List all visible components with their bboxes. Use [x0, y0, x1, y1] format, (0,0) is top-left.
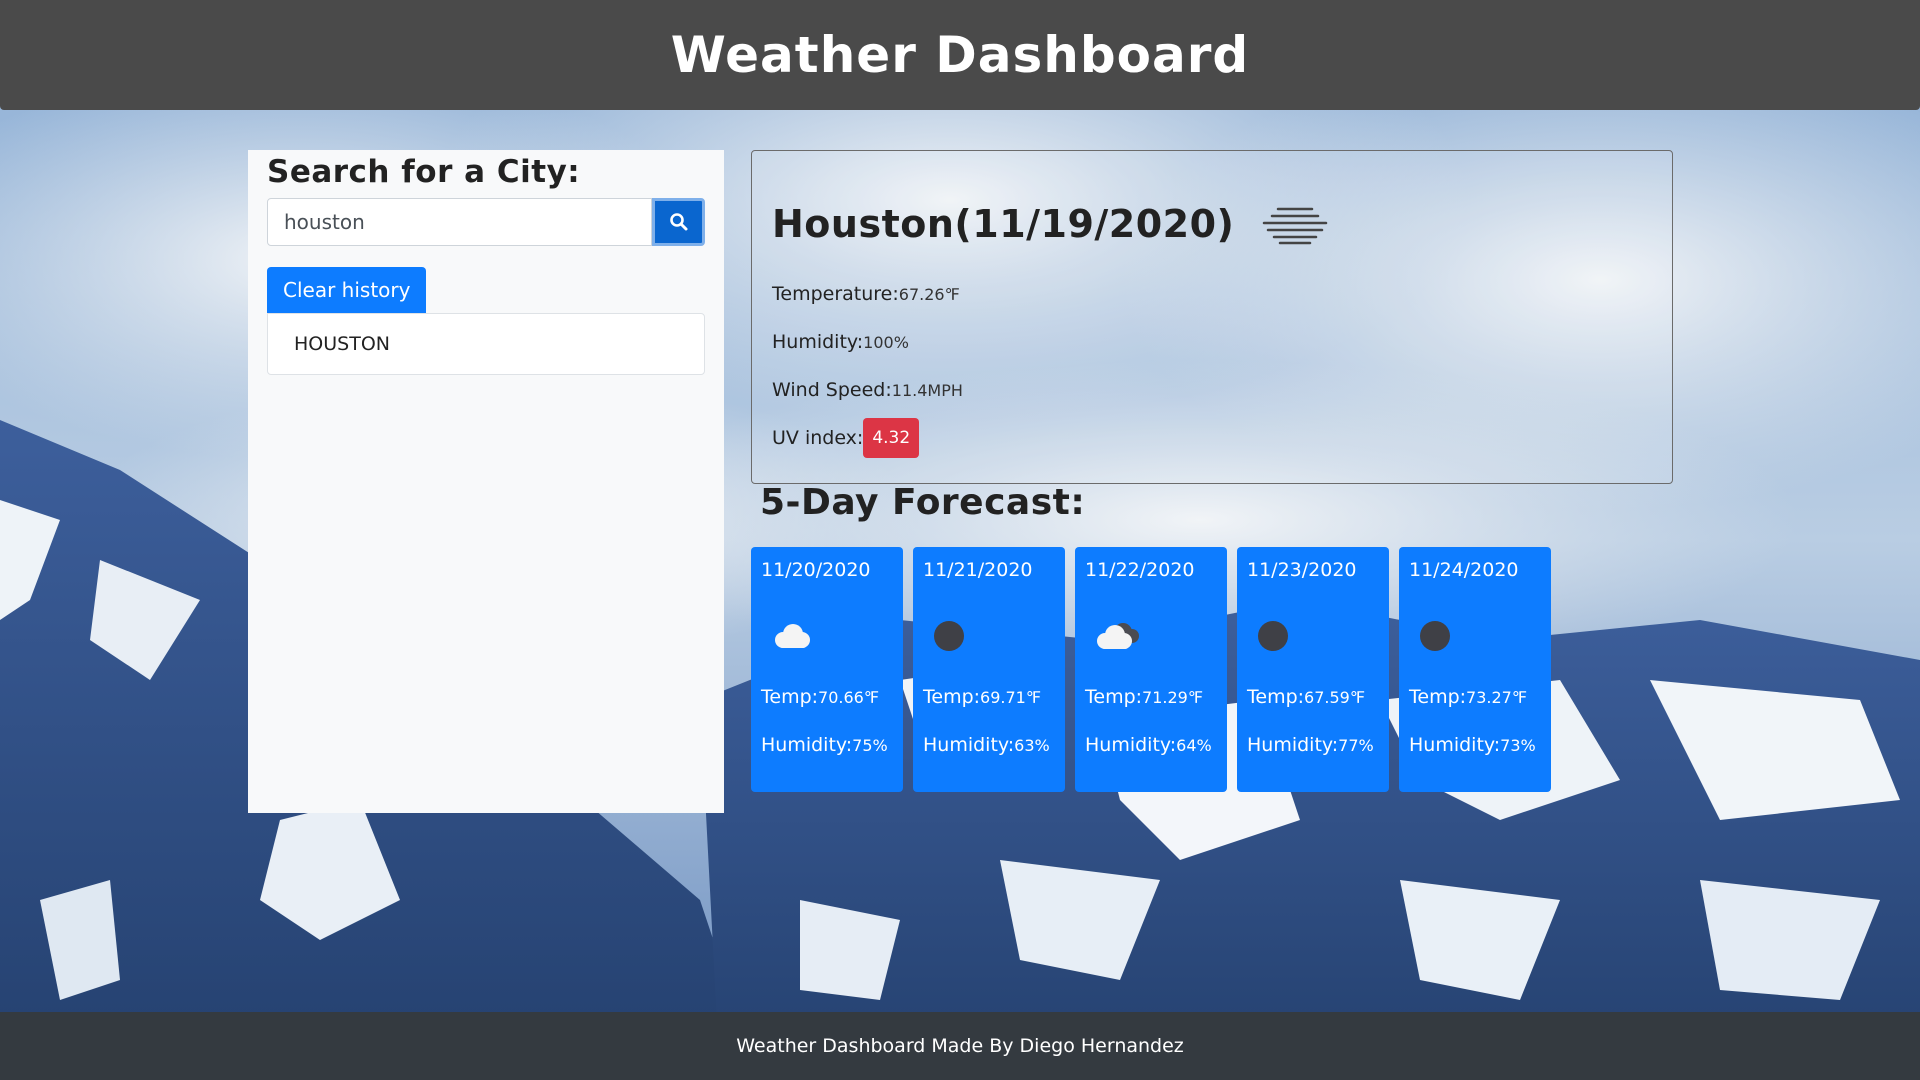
humidity-value: 100% [863, 332, 909, 352]
forecast-temp-label: Temp: [761, 686, 819, 708]
forecast-heading: 5-Day Forecast: [760, 482, 1086, 523]
search-bar [267, 198, 705, 246]
forecast-humidity: Humidity: 77% [1247, 721, 1379, 769]
night-clear-icon [1420, 621, 1450, 651]
forecast-temp-value: 73.27℉ [1466, 687, 1528, 707]
uv-index-row: UV index: 4.32 [772, 414, 1672, 462]
forecast-temp-value: 69.71℉ [980, 687, 1042, 707]
app-header: Weather Dashboard [0, 0, 1920, 110]
forecast-temp-label: Temp: [1247, 686, 1305, 708]
wind-speed-label: Wind Speed: [772, 379, 892, 401]
forecast-humidity-label: Humidity: [923, 734, 1015, 756]
forecast-humidity-value: 63% [1014, 735, 1050, 755]
forecast-temp-label: Temp: [923, 686, 981, 708]
forecast-temp: Temp: 71.29℉ [1085, 673, 1217, 721]
forecast-date: 11/22/2020 [1085, 559, 1195, 581]
forecast-icon-wrap [761, 599, 893, 673]
search-heading: Search for a City: [267, 154, 581, 190]
forecast-humidity-label: Humidity: [1085, 734, 1177, 756]
night-clear-icon [1258, 621, 1288, 651]
forecast-humidity-label: Humidity: [1247, 734, 1339, 756]
search-button[interactable] [652, 198, 705, 246]
forecast-temp-value: 70.66℉ [818, 687, 880, 707]
forecast-humidity-value: 64% [1176, 735, 1212, 755]
uv-index-badge: 4.32 [863, 418, 920, 458]
forecast-temp-label: Temp: [1409, 686, 1467, 708]
forecast-temp: Temp: 69.71℉ [923, 673, 1055, 721]
wind-speed-row: Wind Speed: 11.4MPH [772, 366, 1672, 414]
forecast-temp-value: 67.59℉ [1304, 687, 1366, 707]
forecast-card: 11/22/2020 Temp: 71.29℉ Humidity: 64% [1075, 547, 1227, 792]
cloud-icon [775, 624, 810, 648]
forecast-humidity-value: 73% [1500, 735, 1536, 755]
forecast-humidity: Humidity: 75% [761, 721, 893, 769]
forecast-date: 11/24/2020 [1409, 559, 1519, 581]
forecast-humidity: Humidity: 63% [923, 721, 1055, 769]
humidity-label: Humidity: [772, 331, 864, 353]
forecast-date: 11/20/2020 [761, 559, 871, 581]
temperature-row: Temperature: 67.26℉ [772, 270, 1672, 318]
night-clear-icon [934, 621, 964, 651]
forecast-temp: Temp: 67.59℉ [1247, 673, 1379, 721]
app-title: Weather Dashboard [670, 26, 1250, 84]
search-history-list: HOUSTON [267, 313, 705, 375]
temperature-value: 67.26℉ [898, 284, 960, 304]
current-city-date: Houston(11/19/2020) [772, 202, 1235, 246]
forecast-temp: Temp: 73.27℉ [1409, 673, 1541, 721]
forecast-temp-label: Temp: [1085, 686, 1143, 708]
forecast-humidity: Humidity: 73% [1409, 721, 1541, 769]
forecast-date: 11/21/2020 [923, 559, 1033, 581]
humidity-row: Humidity: 100% [772, 318, 1672, 366]
history-item-houston[interactable]: HOUSTON [268, 314, 704, 374]
mist-icon [1263, 207, 1328, 245]
broken-clouds-icon [1097, 623, 1139, 649]
forecast-cards: 11/20/2020 Temp: 70.66℉ Humidity: 75% 11… [751, 547, 1561, 792]
forecast-humidity-label: Humidity: [1409, 734, 1501, 756]
forecast-temp: Temp: 70.66℉ [761, 673, 893, 721]
clear-history-button[interactable]: Clear history [267, 267, 427, 313]
current-title-row: Houston(11/19/2020) [772, 199, 1672, 249]
forecast-icon-wrap [923, 599, 1055, 673]
city-search-input[interactable] [267, 198, 652, 246]
forecast-humidity-label: Humidity: [761, 734, 853, 756]
forecast-humidity: Humidity: 64% [1085, 721, 1217, 769]
forecast-icon-wrap [1409, 599, 1541, 673]
wind-speed-value: 11.4MPH [891, 380, 963, 400]
uv-index-label: UV index: [772, 427, 864, 449]
forecast-humidity-value: 77% [1338, 735, 1374, 755]
search-sidebar: Search for a City: Clear history HOUSTON [248, 150, 724, 813]
forecast-humidity-value: 75% [852, 735, 888, 755]
app-footer: Weather Dashboard Made By Diego Hernande… [0, 1012, 1920, 1080]
forecast-temp-value: 71.29℉ [1142, 687, 1204, 707]
current-weather-card: Houston(11/19/2020) Temperature: 67.26℉ … [751, 150, 1673, 484]
forecast-icon-wrap [1247, 599, 1379, 673]
forecast-card: 11/24/2020 Temp: 73.27℉ Humidity: 73% [1399, 547, 1551, 792]
footer-credit: Weather Dashboard Made By Diego Hernande… [736, 1035, 1184, 1057]
search-icon [669, 213, 687, 231]
forecast-card: 11/20/2020 Temp: 70.66℉ Humidity: 75% [751, 547, 903, 792]
forecast-card: 11/21/2020 Temp: 69.71℉ Humidity: 63% [913, 547, 1065, 792]
forecast-card: 11/23/2020 Temp: 67.59℉ Humidity: 77% [1237, 547, 1389, 792]
forecast-date: 11/23/2020 [1247, 559, 1357, 581]
current-stats: Temperature: 67.26℉ Humidity: 100% Wind … [772, 270, 1672, 462]
temperature-label: Temperature: [772, 283, 899, 305]
forecast-icon-wrap [1085, 599, 1217, 673]
